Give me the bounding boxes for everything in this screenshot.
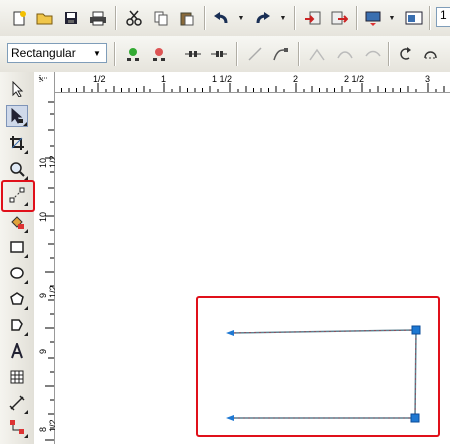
print-icon[interactable] [87, 7, 109, 29]
separator [429, 6, 431, 30]
path-highlight-box [196, 296, 440, 437]
add-node-icon[interactable] [122, 43, 144, 65]
rectangle-tool-icon[interactable] [6, 236, 28, 258]
join-nodes-icon[interactable] [182, 43, 204, 65]
smart-fill-tool-icon[interactable] [6, 211, 28, 233]
redo-icon[interactable] [252, 7, 274, 29]
symmetrical-node-icon[interactable] [362, 43, 384, 65]
redo-dropdown-icon[interactable]: ▼ [279, 7, 287, 29]
convert-to-line-icon[interactable] [244, 43, 266, 65]
shape-mode-value: Rectangular [11, 46, 76, 60]
polygon-tool-icon[interactable] [6, 288, 28, 310]
ruler-h-label: 2 [293, 74, 299, 84]
ruler-v-label: 9 [38, 348, 48, 354]
delete-node-icon[interactable] [148, 43, 170, 65]
crop-tool-icon[interactable] [6, 132, 28, 154]
extend-curve-to-close-icon[interactable] [420, 43, 442, 65]
separator [114, 42, 116, 66]
table-tool-icon[interactable] [6, 366, 28, 388]
cusp-node-icon[interactable] [306, 43, 328, 65]
import-icon[interactable] [302, 7, 324, 29]
ruler-v-label: 10 [38, 211, 48, 222]
cut-icon[interactable] [123, 7, 145, 29]
launcher-dropdown-icon[interactable]: ▼ [388, 7, 396, 29]
undo-dropdown-icon[interactable]: ▼ [237, 7, 245, 29]
open-icon[interactable] [34, 7, 56, 29]
standard-toolbar: ▼ ▼ ▼ 1 [0, 0, 450, 37]
pick-tool-icon[interactable] [6, 78, 28, 100]
zoom-tool-icon[interactable] [6, 158, 28, 180]
save-icon[interactable] [60, 7, 82, 29]
smooth-node-icon[interactable] [334, 43, 356, 65]
shape-tool-icon[interactable] [6, 105, 28, 127]
chevron-down-icon: ▼ [93, 48, 101, 58]
ruler-h-label: 1 [161, 74, 167, 84]
ruler-h-label: 3 [425, 74, 431, 84]
ruler-origin-icon[interactable] [34, 72, 55, 93]
freehand-tool-highlight [1, 180, 35, 212]
property-bar: Rectangular ▼ [0, 36, 450, 73]
separator [204, 6, 206, 30]
copy-icon[interactable] [150, 7, 172, 29]
horizontal-ruler[interactable]: 1/2 1 1 1/2 2 2 1/2 3 [34, 72, 450, 93]
vertical-ruler[interactable]: 10 1/2 10 9 1/2 9 8 1/2 [34, 92, 58, 444]
application-launcher-icon[interactable] [362, 7, 384, 29]
break-curve-icon[interactable] [208, 43, 230, 65]
separator [388, 42, 390, 66]
export-icon[interactable] [328, 7, 350, 29]
reverse-direction-icon[interactable] [394, 43, 416, 65]
welcome-screen-icon[interactable] [403, 7, 425, 29]
separator [298, 42, 300, 66]
undo-icon[interactable] [210, 7, 232, 29]
ruler-h-label: 1 1/2 [212, 74, 233, 84]
ellipse-tool-icon[interactable] [6, 262, 28, 284]
separator [115, 6, 117, 30]
basic-shapes-tool-icon[interactable] [6, 314, 28, 336]
dimension-tool-icon[interactable] [6, 392, 28, 414]
text-tool-icon[interactable] [6, 340, 28, 362]
ruler-h-label: 1/2 [93, 74, 106, 84]
paste-icon[interactable] [176, 7, 198, 29]
ruler-h-label: 2 1/2 [344, 74, 365, 84]
zoom-level-field[interactable]: 1 [436, 7, 450, 27]
shape-mode-select[interactable]: Rectangular ▼ [7, 43, 107, 63]
separator [236, 42, 238, 66]
new-document-icon[interactable] [8, 7, 30, 29]
separator [356, 6, 358, 30]
separator [294, 6, 296, 30]
toolbox [0, 72, 35, 444]
connector-tool-icon[interactable] [6, 416, 28, 438]
convert-to-curve-icon[interactable] [270, 43, 292, 65]
